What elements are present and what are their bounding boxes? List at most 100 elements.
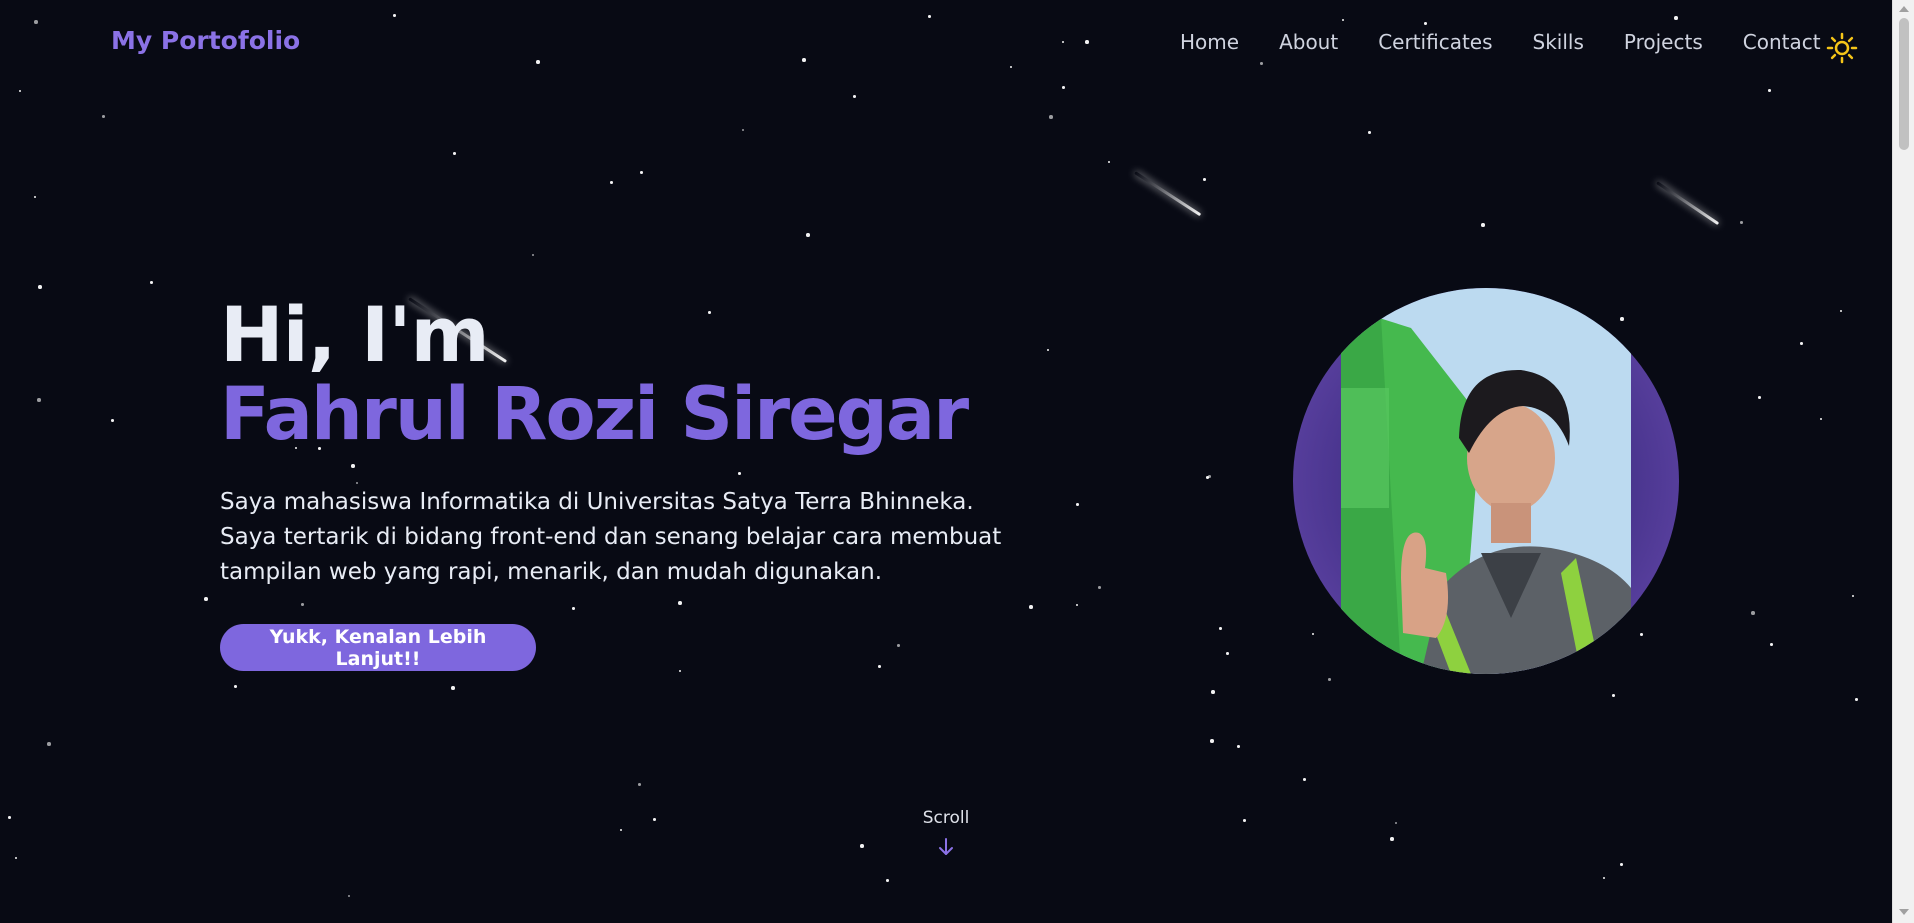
star (1208, 475, 1211, 478)
theme-toggle-button[interactable] (1826, 32, 1858, 64)
star (150, 281, 153, 284)
star (301, 603, 304, 606)
star (1481, 223, 1485, 227)
hero-name: Fahrul Rozi Siregar (220, 372, 969, 457)
scroll-indicator[interactable]: Scroll (900, 808, 992, 858)
hero-description-line: tampilan web yang rapi, menarik, dan mud… (220, 559, 883, 585)
star (1210, 739, 1214, 743)
star (1047, 349, 1049, 351)
star (1820, 418, 1822, 420)
scroll-down-arrow-icon[interactable] (1899, 909, 1909, 915)
profile-avatar (1293, 288, 1679, 674)
cta-learn-more-button[interactable]: Yukk, Kenalan Lebih Lanjut!! (220, 624, 536, 671)
star (111, 419, 114, 422)
star (1855, 698, 1858, 701)
star (1312, 633, 1314, 635)
arrow-down-icon (939, 838, 953, 855)
star (1062, 86, 1065, 89)
star (678, 601, 682, 605)
star (1219, 627, 1222, 630)
scrollbar-thumb[interactable] (1899, 18, 1909, 150)
star (1226, 652, 1229, 655)
star (742, 129, 744, 131)
nav-certificates[interactable]: Certificates (1378, 30, 1492, 54)
shooting-star (1656, 181, 1720, 226)
top-navbar: My Portofolio Home About Certificates Sk… (0, 0, 1892, 86)
star (234, 685, 237, 688)
star (1768, 89, 1771, 92)
star (1303, 778, 1306, 781)
nav-projects[interactable]: Projects (1624, 30, 1703, 54)
star (38, 285, 42, 289)
star (1108, 161, 1110, 163)
star (1852, 595, 1854, 597)
star (572, 607, 575, 610)
star (1203, 178, 1206, 181)
star (1758, 396, 1761, 399)
nav-skills[interactable]: Skills (1533, 30, 1584, 54)
scroll-label: Scroll (922, 808, 970, 828)
star (102, 115, 105, 118)
star (34, 196, 36, 198)
star (1395, 822, 1397, 824)
hero-description-line: Saya mahasiswa Informatika di Universita… (220, 489, 974, 515)
nav-links: Home About Certificates Skills Projects … (1180, 30, 1861, 54)
star (1211, 690, 1215, 694)
star (1770, 643, 1773, 646)
nav-about[interactable]: About (1279, 30, 1338, 54)
star (1603, 877, 1605, 879)
star (1368, 131, 1371, 134)
star (451, 686, 455, 690)
star (878, 665, 881, 668)
star (204, 597, 208, 601)
star (1390, 837, 1394, 841)
hero-description-line: Saya tertarik di bidang front-end dan se… (220, 524, 1002, 550)
star (15, 857, 17, 859)
star (47, 742, 51, 746)
star (1029, 605, 1033, 609)
profile-photo (1341, 288, 1631, 674)
star (1620, 863, 1623, 866)
star (1243, 819, 1246, 822)
star (1800, 342, 1803, 345)
star (19, 90, 21, 92)
star (860, 844, 864, 848)
hero-section: Hi, I'm Fahrul Rozi Siregar Saya mahasis… (220, 295, 1020, 590)
star (8, 816, 11, 819)
star (610, 181, 613, 184)
nav-home[interactable]: Home (1180, 30, 1239, 54)
star (638, 783, 641, 786)
star (897, 644, 900, 647)
star (1612, 694, 1615, 697)
star (1751, 611, 1755, 615)
star (620, 829, 622, 831)
star (1076, 604, 1078, 606)
star (348, 895, 350, 897)
star (37, 398, 41, 402)
scroll-up-arrow-icon[interactable] (1899, 6, 1909, 12)
sun-icon (1826, 32, 1858, 64)
star (1640, 633, 1643, 636)
star (679, 670, 681, 672)
star (1237, 745, 1240, 748)
star (886, 879, 889, 882)
shooting-star (1134, 171, 1202, 217)
brand-logo[interactable]: My Portofolio (111, 26, 300, 55)
star (1840, 310, 1842, 312)
star (1049, 115, 1053, 119)
nav-contact[interactable]: Contact (1743, 30, 1821, 54)
star (1206, 476, 1209, 479)
star (653, 818, 656, 821)
star (806, 233, 810, 237)
star (1328, 678, 1331, 681)
star (640, 171, 643, 174)
hero-greeting: Hi, I'm (220, 290, 490, 379)
page-scrollbar[interactable] (1892, 0, 1914, 923)
star (532, 254, 534, 256)
star (853, 95, 856, 98)
star (1098, 586, 1101, 589)
star (453, 152, 456, 155)
star (1740, 221, 1743, 224)
hero-description: Saya mahasiswa Informatika di Universita… (220, 485, 1020, 590)
star (1076, 503, 1079, 506)
